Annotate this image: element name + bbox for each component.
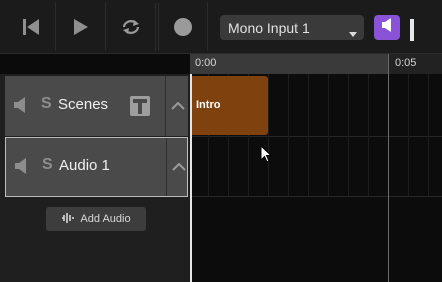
collapse-track-button[interactable] <box>166 138 190 196</box>
timeline-ruler[interactable]: 0:00 0:05 <box>190 54 442 74</box>
grid-line <box>368 74 369 196</box>
grid-line <box>428 74 429 196</box>
input-monitor-button[interactable] <box>374 15 400 40</box>
add-audio-label: Add Audio <box>80 213 131 225</box>
track-name[interactable]: Scenes <box>58 96 108 113</box>
solo-button[interactable]: S <box>41 95 52 113</box>
chevron-up-icon <box>171 158 186 176</box>
speaker-icon <box>381 18 393 37</box>
loop-icon <box>121 18 141 36</box>
skip-to-start-button[interactable] <box>6 3 56 51</box>
grid-line <box>308 74 309 196</box>
input-device-value: Mono Input 1 <box>228 19 310 36</box>
record-icon <box>173 17 193 37</box>
ruler-active-region <box>190 54 388 74</box>
transport-toolbar: Mono Input 1 <box>0 0 442 54</box>
add-audio-button[interactable]: Add Audio <box>46 207 146 231</box>
input-device-select[interactable]: Mono Input 1 <box>220 15 364 40</box>
play-button[interactable] <box>56 3 106 51</box>
tick-label: 0:05 <box>395 57 417 69</box>
input-level-fill <box>410 18 414 41</box>
skip-back-icon <box>22 18 40 36</box>
grid-line <box>268 74 269 196</box>
scene-marker-button[interactable] <box>130 96 150 121</box>
solo-button[interactable]: S <box>42 156 53 174</box>
collapse-track-button[interactable] <box>165 76 189 136</box>
waveform-icon <box>61 212 75 227</box>
mouse-cursor-icon <box>260 144 273 168</box>
track-header-scenes[interactable]: S Scenes <box>5 76 188 136</box>
grid-line <box>348 74 349 196</box>
chevron-up-icon <box>170 97 185 115</box>
grid-line <box>288 74 289 196</box>
play-icon <box>73 18 89 36</box>
mute-speaker-icon[interactable] <box>14 158 28 174</box>
loop-button[interactable] <box>106 3 156 51</box>
record-button[interactable] <box>158 3 208 51</box>
track-name[interactable]: Audio 1 <box>59 157 110 174</box>
tick-label: 0:00 <box>195 57 217 69</box>
scene-marker-icon <box>130 96 150 120</box>
clip-intro[interactable]: Intro <box>190 76 268 135</box>
timeline-start-line <box>190 74 192 282</box>
track-divider <box>190 196 442 197</box>
chevron-down-icon <box>349 24 357 40</box>
input-level-meter <box>410 16 414 41</box>
grid-line <box>328 74 329 196</box>
grid-line <box>408 74 409 196</box>
playhead-marker[interactable] <box>388 54 389 282</box>
track-header-audio-1[interactable]: S Audio 1 <box>5 137 188 197</box>
mute-speaker-icon[interactable] <box>13 97 27 113</box>
